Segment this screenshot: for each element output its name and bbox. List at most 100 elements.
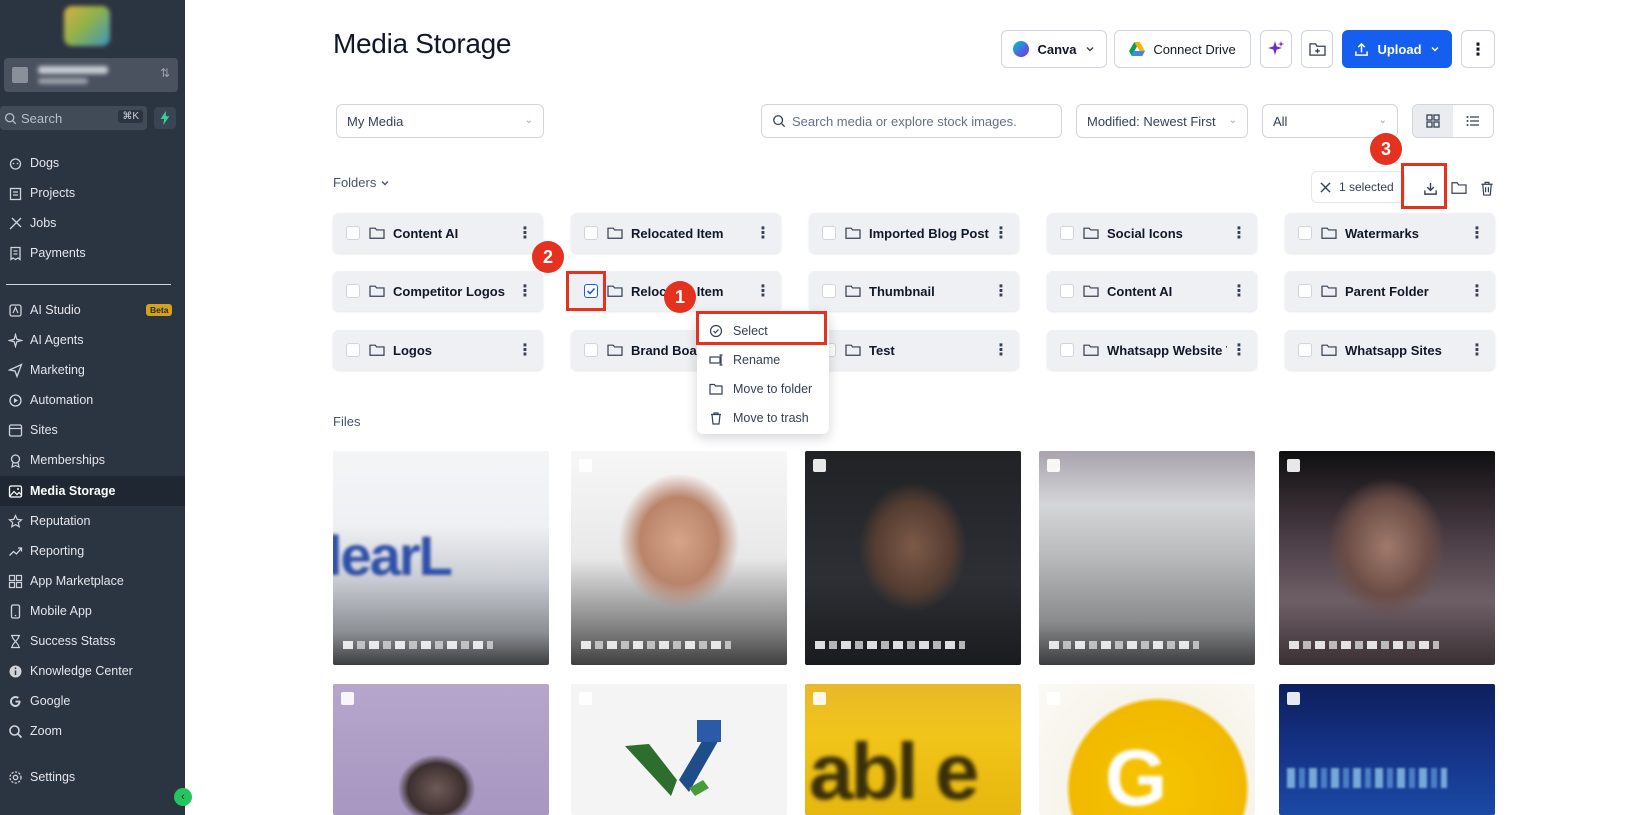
sidebar-item-reputation[interactable]: Reputation (0, 506, 185, 536)
file-tile[interactable] (1279, 451, 1495, 665)
sidebar-item-marketing[interactable]: Marketing (0, 355, 185, 385)
menu-item-move-to-trash[interactable]: Move to trash (697, 403, 829, 432)
move-to-folder-button[interactable] (1447, 176, 1471, 200)
folder-card[interactable]: Logos ⋮ (333, 330, 543, 370)
sidebar-item-zoom[interactable]: Zoom (0, 716, 185, 746)
folder-checkbox[interactable] (584, 226, 598, 240)
account-switcher[interactable]: ⇅ (4, 58, 178, 92)
folder-checkbox[interactable] (1060, 284, 1074, 298)
file-checkbox[interactable] (341, 692, 354, 705)
sidebar-item-success-statss[interactable]: Success Statss (0, 626, 185, 656)
file-checkbox[interactable] (813, 459, 826, 472)
folder-menu-button[interactable]: ⋮ (989, 223, 1013, 243)
sidebar-item-ai-studio[interactable]: AI Studio Beta (0, 295, 185, 325)
sidebar-item-payments[interactable]: Payments (0, 238, 185, 268)
sidebar-item-memberships[interactable]: Memberships (0, 445, 185, 475)
folder-card[interactable]: Relocated Item ⋮ (571, 213, 781, 253)
folder-card[interactable]: Competitor Logos ⋮ (333, 271, 543, 311)
collapse-sidebar-button[interactable]: ‹ (174, 788, 192, 806)
sidebar-item-ai-agents[interactable]: AI Agents (0, 325, 185, 355)
canva-button[interactable]: Canva (1001, 30, 1107, 68)
folder-card[interactable]: Test ⋮ (809, 330, 1019, 370)
folder-card[interactable]: Whatsapp Sites ⋮ (1285, 330, 1495, 370)
file-tile[interactable] (571, 451, 787, 665)
folder-checkbox[interactable] (822, 226, 836, 240)
file-tile[interactable]: G (1039, 684, 1255, 815)
delete-button[interactable] (1475, 176, 1499, 200)
file-checkbox[interactable] (1047, 692, 1060, 705)
folder-checkbox[interactable] (822, 284, 836, 298)
folder-menu-button[interactable]: ⋮ (513, 281, 537, 301)
folder-menu-button[interactable]: ⋮ (1465, 223, 1489, 243)
sidebar-item-settings[interactable]: Settings (0, 762, 185, 792)
folder-menu-button[interactable]: ⋮ (513, 223, 537, 243)
upload-button[interactable]: Upload (1342, 30, 1452, 68)
new-folder-button[interactable] (1301, 30, 1333, 68)
folder-card[interactable]: Whatsapp Website Te...⋮ (1047, 330, 1257, 370)
folder-menu-button[interactable]: ⋮ (1465, 281, 1489, 301)
menu-item-rename[interactable]: Rename (697, 345, 829, 374)
folder-checkbox[interactable] (1060, 343, 1074, 357)
file-checkbox[interactable] (1047, 459, 1060, 472)
folder-checkbox[interactable] (584, 343, 598, 357)
sidebar-item-app-marketplace[interactable]: App Marketplace (0, 566, 185, 596)
folder-menu-button[interactable]: ⋮ (1465, 340, 1489, 360)
clear-selection-icon[interactable] (1320, 181, 1331, 193)
sidebar-item-sites[interactable]: Sites (0, 415, 185, 445)
folder-menu-button[interactable]: ⋮ (989, 281, 1013, 301)
folder-menu-button[interactable]: ⋮ (1227, 340, 1251, 360)
folder-menu-button[interactable]: ⋮ (1227, 281, 1251, 301)
folder-checkbox[interactable] (1298, 343, 1312, 357)
file-checkbox[interactable] (1287, 459, 1300, 472)
file-tile[interactable] (1039, 451, 1255, 665)
grid-view-button[interactable] (1413, 105, 1453, 137)
media-source-select[interactable]: My Media ⌄ (336, 104, 544, 138)
folder-checkbox[interactable] (346, 226, 360, 240)
folder-card[interactable]: Parent Folder ⋮ (1285, 271, 1495, 311)
folder-card[interactable]: Thumbnail ⋮ (809, 271, 1019, 311)
folder-checkbox[interactable] (1298, 226, 1312, 240)
folder-checkbox[interactable] (346, 284, 360, 298)
type-filter-select[interactable]: All ⌄ (1262, 104, 1398, 138)
sidebar-search[interactable]: Search ⌘K (0, 106, 147, 130)
folder-menu-button[interactable]: ⋮ (1227, 223, 1251, 243)
sidebar-item-media-storage[interactable]: Media Storage (0, 476, 185, 506)
file-tile[interactable] (333, 684, 549, 815)
file-tile[interactable]: learL (333, 451, 549, 665)
folder-checkbox[interactable] (346, 343, 360, 357)
folder-card[interactable]: Watermarks ⋮ (1285, 213, 1495, 253)
sidebar-item-automation[interactable]: Automation (0, 385, 185, 415)
folder-card[interactable]: Social Icons ⋮ (1047, 213, 1257, 253)
file-tile[interactable] (1279, 684, 1495, 815)
folder-menu-button[interactable]: ⋮ (751, 281, 775, 301)
folder-checkbox[interactable] (1060, 226, 1074, 240)
sidebar-item-mobile-app[interactable]: Mobile App (0, 596, 185, 626)
file-checkbox[interactable] (579, 459, 592, 472)
file-checkbox[interactable] (813, 692, 826, 705)
sidebar-item-knowledge-center[interactable]: Knowledge Center (0, 656, 185, 686)
folder-menu-button[interactable]: ⋮ (513, 340, 537, 360)
folder-menu-button[interactable]: ⋮ (989, 340, 1013, 360)
file-checkbox[interactable] (579, 692, 592, 705)
sidebar-item-reporting[interactable]: Reporting (0, 536, 185, 566)
sort-select[interactable]: Modified: Newest First ⌄ (1076, 104, 1248, 138)
ai-generate-button[interactable] (1260, 30, 1292, 68)
folder-checkbox[interactable] (1298, 284, 1312, 298)
file-tile[interactable] (571, 684, 787, 815)
folder-card[interactable]: Content AI ⋮ (1047, 271, 1257, 311)
quick-action-button[interactable] (154, 107, 176, 129)
sidebar-item-dogs[interactable]: Dogs (0, 148, 185, 178)
folders-toggle[interactable]: Folders (333, 175, 390, 190)
sidebar-item-google[interactable]: Google (0, 686, 185, 716)
folder-card[interactable]: Content AI ⋮ (333, 213, 543, 253)
folder-card[interactable]: Imported Blog Post ⋮ (809, 213, 1019, 253)
sidebar-item-projects[interactable]: Projects (0, 178, 185, 208)
sidebar-item-jobs[interactable]: Jobs (0, 208, 185, 238)
list-view-button[interactable] (1453, 105, 1493, 137)
more-options-button[interactable]: ⋮ (1461, 30, 1495, 68)
menu-item-move-to-folder[interactable]: Move to folder (697, 374, 829, 403)
folder-menu-button[interactable]: ⋮ (751, 223, 775, 243)
file-checkbox[interactable] (1287, 692, 1300, 705)
media-search-input[interactable]: Search media or explore stock images. (761, 104, 1062, 138)
connect-drive-button[interactable]: Connect Drive (1114, 30, 1251, 68)
